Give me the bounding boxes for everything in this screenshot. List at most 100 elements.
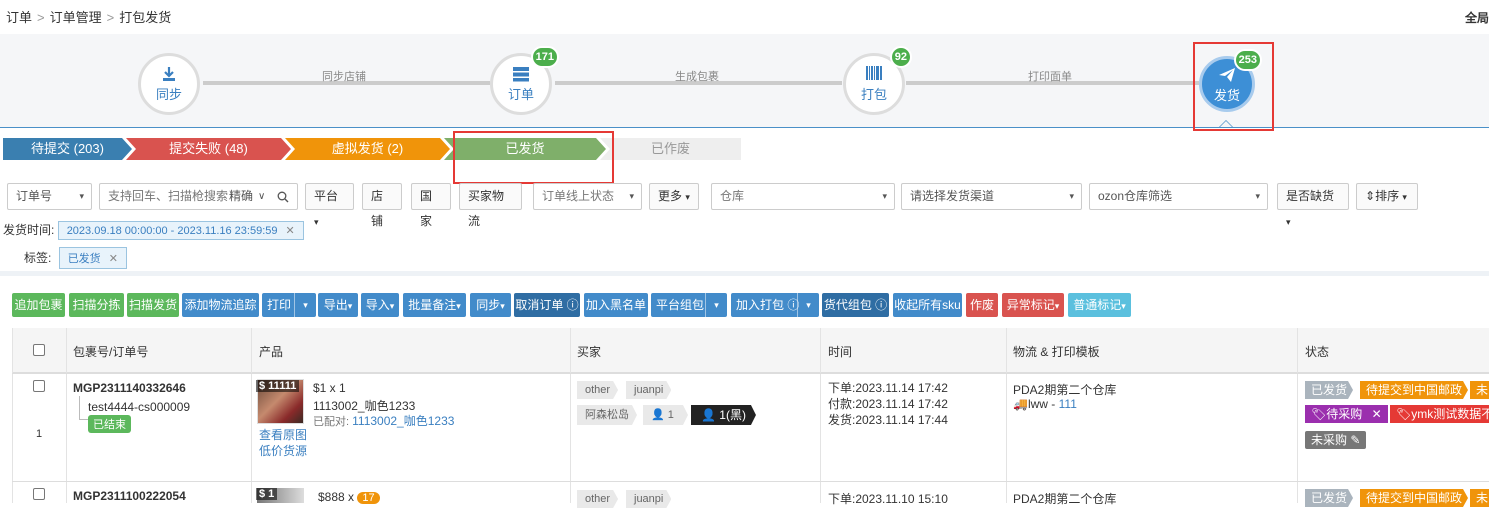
- close-icon[interactable]: ✕: [1372, 407, 1382, 421]
- status-tag-shipped: 已发货: [1305, 489, 1353, 507]
- import-dropdown[interactable]: 导入▾: [361, 293, 399, 317]
- void-button[interactable]: 作废: [966, 293, 998, 317]
- list-icon: [493, 66, 549, 82]
- ozon-warehouse-select[interactable]: ozon仓库筛选 ▾: [1089, 183, 1268, 210]
- column-divider: [820, 328, 821, 503]
- column-header: 时间: [828, 345, 853, 359]
- exception-mark-dropdown[interactable]: 异常标记▾: [1002, 293, 1064, 317]
- breadcrumb-item: 打包发货: [119, 10, 172, 25]
- select-all-checkbox[interactable]: [33, 344, 45, 356]
- info-icon: ⓘ: [875, 298, 888, 312]
- tag-to-purchase: 🏷待采购 ✕: [1305, 405, 1388, 423]
- status-tag-more: 未: [1470, 381, 1489, 399]
- low-price-link[interactable]: 低价货源: [259, 442, 307, 459]
- search-mode-select[interactable]: 精确: [229, 184, 253, 209]
- user-icon: 👤: [701, 408, 716, 422]
- row-index: 1: [36, 428, 43, 440]
- more-dropdown[interactable]: 更多 ▾: [649, 183, 699, 210]
- search-input[interactable]: 支持回车、扫描枪搜索 精确 ∨: [99, 183, 298, 210]
- price-badge: $ 11111: [256, 380, 300, 392]
- date-range-chip[interactable]: 2023.09.18 00:00:00 - 2023.11.16 23:59:5…: [57, 221, 304, 240]
- add-blacklist-button[interactable]: 加入黑名单: [584, 293, 648, 317]
- caret-down-icon[interactable]: ▾: [294, 293, 316, 317]
- ship-time-filter: 发货时间: 2023.09.18 00:00:00 - 2023.11.16 2…: [3, 221, 304, 240]
- buyer-order-count: 👤 1: [643, 405, 688, 425]
- breadcrumb-item[interactable]: 订单: [6, 10, 32, 25]
- warehouse-name: PDA2期第二个仓库: [1013, 492, 1117, 506]
- add-pack-button[interactable]: 加入打包 ⓘ ▾: [731, 293, 819, 317]
- warehouse-select[interactable]: 仓库 ▾: [711, 183, 895, 210]
- edit-icon[interactable]: ✎: [1350, 433, 1360, 447]
- sort-icon: ⇕: [1365, 189, 1376, 203]
- status-tag-pending-post: 待提交到中国邮政: [1360, 489, 1468, 507]
- highlight-box: [453, 131, 614, 184]
- caret-down-icon: ▾: [79, 191, 84, 201]
- step-pack[interactable]: 92 打包: [843, 46, 912, 115]
- package-no[interactable]: MGP2311140332646: [73, 381, 186, 395]
- column-header: 状态: [1305, 345, 1330, 359]
- cancel-order-button[interactable]: 取消订单 ⓘ: [514, 293, 580, 317]
- tag-chip[interactable]: 已发货 ✕: [58, 247, 127, 269]
- order-times: 下单:2023.11.14 17:42 付款:2023.11.14 17:42 …: [828, 381, 948, 427]
- close-icon[interactable]: ✕: [286, 225, 295, 237]
- add-tracking-button[interactable]: 添加物流追踪: [182, 293, 259, 317]
- close-icon[interactable]: ✕: [109, 253, 118, 265]
- fullscreen-button[interactable]: 全局: [1465, 9, 1489, 26]
- tab-virtual-shipped[interactable]: 虚拟发货 (2): [285, 138, 450, 160]
- caret-down-icon: ▾: [1255, 191, 1260, 201]
- search-icon[interactable]: [277, 184, 289, 209]
- view-image-link[interactable]: 查看原图: [259, 426, 307, 443]
- column-divider: [66, 328, 67, 503]
- breadcrumb-item[interactable]: 订单管理: [50, 10, 102, 25]
- column-header: 物流 & 打印模板: [1013, 345, 1100, 359]
- buyer-logistics-button[interactable]: 买家物流: [459, 183, 522, 228]
- connector-label: 生成包裹: [675, 71, 719, 83]
- normal-mark-dropdown[interactable]: 普通标记▾: [1068, 293, 1131, 317]
- collapse-sku-button[interactable]: 收起所有sku: [893, 293, 962, 317]
- order-time: 下单:2023.11.10 15:10: [828, 492, 948, 506]
- platform-dropdown[interactable]: 平台 ▾: [305, 183, 354, 227]
- info-icon: ⓘ: [566, 298, 579, 312]
- purchase-status-badge: 未采购 ✎: [1305, 431, 1367, 449]
- order-status-badge: 已结束: [88, 415, 131, 433]
- print-button[interactable]: 打印 ▾: [262, 293, 316, 317]
- forwarder-group-button[interactable]: 货代组包 ⓘ: [822, 293, 889, 317]
- scan-sort-button[interactable]: 扫描分拣: [69, 293, 124, 317]
- sort-dropdown[interactable]: ⇕排序 ▾: [1356, 183, 1418, 210]
- product-qty: $1 x 1: [313, 381, 346, 395]
- order-no-select[interactable]: 订单号 ▾: [7, 183, 92, 210]
- column-divider: [570, 328, 571, 503]
- column-divider: [251, 328, 252, 503]
- tag-filter: 标签: 已发货 ✕: [24, 247, 127, 269]
- tab-failed[interactable]: 提交失败 (48): [126, 138, 291, 160]
- tab-voided[interactable]: 已作废: [600, 138, 741, 160]
- add-package-button[interactable]: 追加包裹: [12, 293, 65, 317]
- download-icon: [141, 66, 197, 82]
- row-checkbox[interactable]: [33, 380, 45, 392]
- stockout-dropdown[interactable]: 是否缺货 ▾: [1277, 183, 1349, 227]
- product-qty: $888 x 17: [318, 490, 380, 504]
- caret-down-icon[interactable]: ▾: [797, 293, 819, 317]
- batch-note-dropdown[interactable]: 批量备注▾: [403, 293, 466, 317]
- warehouse-name: PDA2期第二个仓库: [1013, 383, 1117, 397]
- column-divider: [1006, 328, 1007, 503]
- shop-button[interactable]: 店铺: [362, 183, 402, 228]
- channel-select[interactable]: 请选择发货渠道 ▾: [901, 183, 1082, 210]
- country-button[interactable]: 国家: [411, 183, 451, 228]
- caret-down-icon[interactable]: ▾: [705, 293, 727, 317]
- scan-ship-button[interactable]: 扫描发货: [127, 293, 179, 317]
- order-no[interactable]: test4444-cs000009: [88, 400, 190, 414]
- export-dropdown[interactable]: 导出▾: [318, 293, 358, 317]
- package-no[interactable]: MGP2311100222054: [73, 489, 186, 503]
- row-checkbox[interactable]: [33, 488, 45, 500]
- step-sync[interactable]: 同步: [138, 53, 200, 115]
- online-status-select[interactable]: 订单线上状态 ▾: [533, 183, 642, 210]
- sync-dropdown[interactable]: 同步▾: [470, 293, 511, 317]
- platform-group-button[interactable]: 平台组包 ▾: [651, 293, 727, 317]
- caret-down-icon: ▾: [1069, 191, 1074, 201]
- logistics-info: 🚚lww - 111: [1013, 397, 1077, 411]
- section-divider: [0, 271, 1489, 276]
- tab-pending[interactable]: 待提交 (203): [3, 138, 132, 160]
- step-order[interactable]: 171 订单: [490, 46, 559, 115]
- table-header: [12, 328, 1489, 373]
